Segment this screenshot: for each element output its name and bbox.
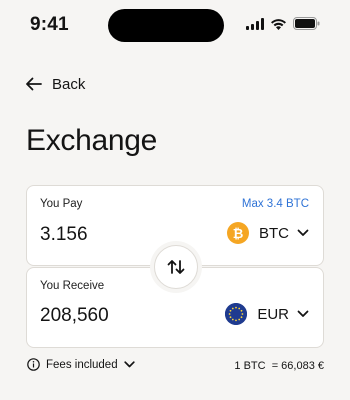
chevron-down-icon [123, 361, 135, 368]
pay-amount-input[interactable]: 3.156 [40, 224, 88, 246]
battery-icon [293, 17, 320, 30]
status-time: 9:41 [30, 14, 69, 35]
swap-arrows-icon [167, 260, 185, 274]
chevron-down-icon [297, 310, 309, 317]
receive-currency-code: EUR [257, 305, 289, 323]
euro-flag-icon [225, 303, 248, 325]
status-bar: 9:41 [0, 0, 350, 50]
dynamic-island [108, 9, 224, 42]
wifi-icon [271, 18, 286, 30]
info-icon [27, 358, 40, 371]
max-amount-link[interactable]: Max 3.4 BTC [242, 198, 309, 210]
back-button[interactable]: Back [25, 73, 85, 95]
receive-label: You Receive [40, 280, 105, 292]
pay-currency-selector[interactable]: ₿ BTC [227, 222, 309, 244]
exchange-rate: 1 BTC = 66,083 € [234, 360, 324, 372]
fees-toggle[interactable]: Fees included [27, 358, 135, 371]
receive-amount-input[interactable]: 208,560 [40, 305, 109, 327]
pay-currency-code: BTC [259, 224, 289, 242]
status-icons [246, 17, 320, 30]
pay-label: You Pay [40, 198, 83, 210]
back-label: Back [52, 75, 86, 93]
chevron-down-icon [297, 229, 309, 236]
swap-button[interactable] [154, 245, 198, 289]
page-title: Exchange [26, 124, 158, 157]
bitcoin-icon: ₿ [227, 222, 249, 244]
arrow-left-icon [26, 77, 42, 91]
receive-currency-selector[interactable]: EUR [225, 303, 309, 325]
signal-icon [246, 17, 264, 30]
fees-label: Fees included [46, 358, 118, 371]
